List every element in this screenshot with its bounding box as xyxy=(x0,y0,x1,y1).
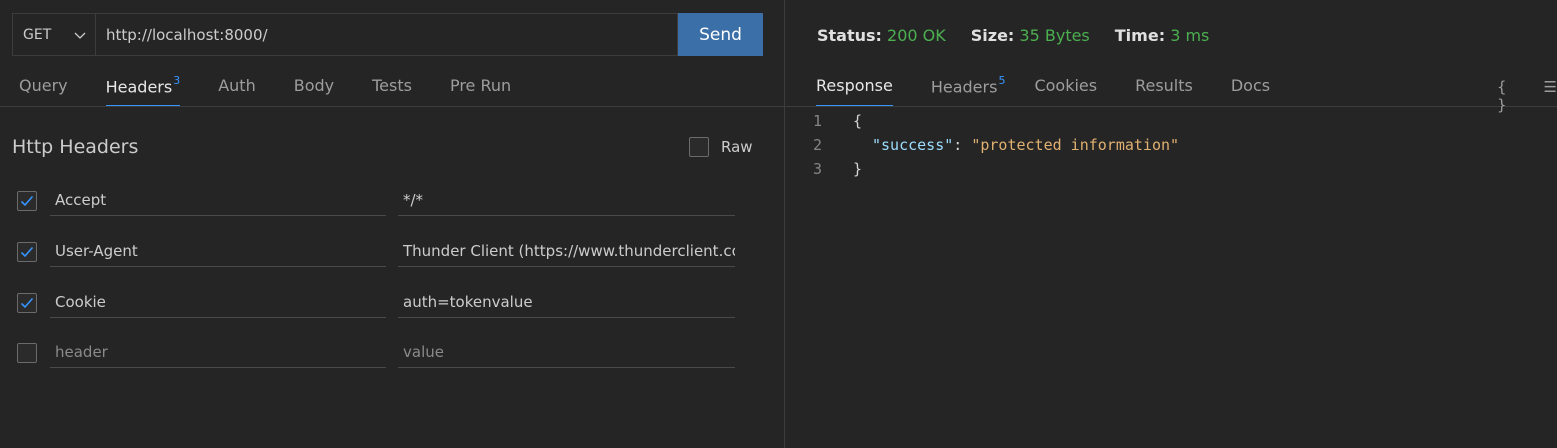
code-token: { xyxy=(853,112,863,130)
tab-body[interactable]: Body xyxy=(294,72,334,107)
json-value: "protected information" xyxy=(971,136,1180,154)
size-label: Size: xyxy=(970,26,1015,45)
raw-toggle[interactable]: Raw xyxy=(689,137,753,157)
status-value: 200 OK xyxy=(887,26,946,45)
status-label: Status: xyxy=(817,26,882,45)
header-value-input[interactable]: Thunder Client (https://www.thunderclien… xyxy=(398,234,735,267)
tab-docs[interactable]: Docs xyxy=(1231,72,1270,107)
header-enabled-checkbox[interactable] xyxy=(17,242,37,262)
status-item: Status: 200 OK xyxy=(817,26,946,45)
response-status-bar: Status: 200 OK Size: 35 Bytes Time: 3 ms xyxy=(817,26,1209,45)
tab-results[interactable]: Results xyxy=(1135,72,1193,107)
tab-response-headers[interactable]: Headers5 xyxy=(931,72,1006,107)
header-enabled-checkbox[interactable] xyxy=(17,293,37,313)
json-key: "success" xyxy=(872,136,954,154)
tab-headers[interactable]: Headers3 xyxy=(105,72,181,107)
response-tabs: Response Headers5 Cookies Results Docs xyxy=(797,72,1289,107)
tab-label: Response xyxy=(816,76,893,95)
tab-count-badge: 5 xyxy=(998,74,1006,87)
tab-label: Headers xyxy=(105,77,173,97)
tab-label: Cookies xyxy=(1034,76,1098,95)
tab-label: Headers xyxy=(930,77,998,97)
response-panel: Status: 200 OK Size: 35 Bytes Time: 3 ms… xyxy=(785,0,1557,448)
tab-label: Body xyxy=(293,76,335,95)
tab-tests[interactable]: Tests xyxy=(372,72,412,107)
header-value-input[interactable]: */* xyxy=(398,183,735,216)
code-token: } xyxy=(853,160,863,178)
tab-count-badge: 3 xyxy=(173,74,181,87)
tab-cookies[interactable]: Cookies xyxy=(1034,72,1097,107)
url-input[interactable]: http://localhost:8000/ xyxy=(95,13,678,56)
header-enabled-checkbox[interactable] xyxy=(17,343,37,363)
method-select[interactable]: GET xyxy=(12,13,95,56)
code-line: 1 { xyxy=(813,109,1179,133)
header-row: Accept */* xyxy=(0,183,784,219)
time-value: 3 ms xyxy=(1170,26,1210,45)
response-body: 1 { 2 "success": "protected information"… xyxy=(813,109,1179,181)
check-icon xyxy=(20,195,34,207)
tab-label: Docs xyxy=(1230,76,1271,95)
tab-pre-run[interactable]: Pre Run xyxy=(450,72,511,107)
code-line: 3 } xyxy=(813,157,1179,181)
request-tabs: Query Headers3 Auth Body Tests Pre Run xyxy=(0,72,784,107)
tab-divider xyxy=(0,106,784,107)
tab-label: Results xyxy=(1135,76,1193,95)
line-number: 2 xyxy=(813,136,823,154)
size-value: 35 Bytes xyxy=(1019,26,1090,45)
time-item: Time: 3 ms xyxy=(1115,26,1210,45)
tab-auth[interactable]: Auth xyxy=(218,72,256,107)
response-toolbar: { } ☰ xyxy=(1497,78,1557,114)
url-bar: GET http://localhost:8000/ Send xyxy=(12,13,763,56)
tab-label: Auth xyxy=(218,76,256,95)
header-enabled-checkbox[interactable] xyxy=(17,191,37,211)
menu-icon[interactable]: ☰ xyxy=(1544,78,1557,114)
chevron-down-icon xyxy=(73,28,87,42)
braces-icon[interactable]: { } xyxy=(1497,78,1516,114)
raw-label: Raw xyxy=(721,138,753,156)
send-button[interactable]: Send xyxy=(678,13,763,56)
header-value-input[interactable]: auth=tokenvalue xyxy=(398,285,735,318)
time-label: Time: xyxy=(1114,26,1166,45)
header-key-input[interactable]: Accept xyxy=(50,183,386,216)
raw-checkbox[interactable] xyxy=(689,137,709,157)
header-value-input[interactable]: value xyxy=(398,335,735,368)
check-icon xyxy=(20,297,34,309)
header-key-input[interactable]: User-Agent xyxy=(50,234,386,267)
header-key-input[interactable]: header xyxy=(50,335,386,368)
tab-label: Pre Run xyxy=(449,76,512,95)
method-label: GET xyxy=(23,26,52,43)
section-title: Http Headers xyxy=(12,136,139,158)
json-separator: : xyxy=(953,136,972,154)
request-panel: GET http://localhost:8000/ Send Query He… xyxy=(0,0,784,448)
tab-response[interactable]: Response xyxy=(816,72,893,107)
size-item: Size: 35 Bytes xyxy=(971,26,1090,45)
check-icon xyxy=(20,246,34,258)
tab-query[interactable]: Query xyxy=(19,72,68,107)
tab-label: Query xyxy=(19,76,68,95)
code-line: 2 "success": "protected information" xyxy=(813,133,1179,157)
line-number: 1 xyxy=(813,112,823,130)
header-key-input[interactable]: Cookie xyxy=(50,285,386,318)
header-row: User-Agent Thunder Client (https://www.t… xyxy=(0,234,784,270)
line-number: 3 xyxy=(813,160,823,178)
header-row: Cookie auth=tokenvalue xyxy=(0,285,784,321)
thunder-client-app: GET http://localhost:8000/ Send Query He… xyxy=(0,0,1557,448)
header-row-new: header value xyxy=(0,335,784,371)
tab-label: Tests xyxy=(372,76,412,95)
tab-divider xyxy=(785,106,1557,107)
